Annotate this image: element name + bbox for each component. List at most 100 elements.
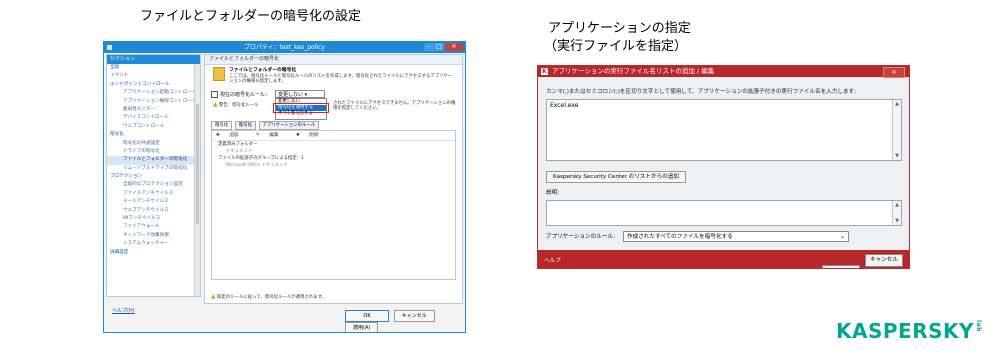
encryption-rule-label: 現在の暗号化ルール：: [220, 92, 271, 98]
tab-decrypt[interactable]: 復号化: [234, 121, 256, 130]
ok-button[interactable]: OK: [822, 265, 861, 268]
maximize-button[interactable]: □: [434, 43, 444, 51]
policy-properties-window: プロパティ：test_kes_policy – □ ✕ セクション 全般 イベント…: [103, 41, 466, 333]
app-rule-label: アプリケーションのルール:: [546, 234, 615, 240]
help-link[interactable]: ヘルプ: [544, 257, 561, 265]
dialog-close-button[interactable]: ✕: [883, 67, 905, 78]
filename-value: Excel.exe: [550, 102, 579, 109]
delete-label: 削除: [309, 133, 319, 138]
sidebar-item[interactable]: ファイアウォール: [107, 223, 200, 231]
encryption-rule-select[interactable]: 変更しない ▾: [275, 90, 325, 98]
app-list-dialog: K アプリケーションの実行ファイル名リストの追加 / 編集 ✕ カンマ(,)また…: [537, 65, 910, 269]
sidebar-item[interactable]: 暗号化の共通設定: [107, 140, 200, 148]
folder-lock-icon: [213, 67, 225, 81]
sidebar-item[interactable]: ファイルとフォルダーの暗号化: [107, 156, 200, 165]
description-scrollbar[interactable]: ▲ ▼: [892, 201, 901, 225]
description-textarea[interactable]: ▲ ▼: [546, 200, 902, 226]
tab-app-rules[interactable]: アプリケーションのルール: [258, 121, 320, 130]
sidebar-scrollbar[interactable]: [194, 64, 200, 296]
add-from-ksc-button[interactable]: Kaspersky Security Center のリストからの追加: [546, 171, 686, 183]
apply-button[interactable]: 適用(A): [345, 322, 379, 332]
scroll-down-icon[interactable]: ▼: [893, 152, 901, 160]
sidebar-item[interactable]: アプリケーション権限コントロール: [107, 98, 200, 106]
right-heading-line2: （実行ファイルを指定）: [544, 39, 688, 54]
encryption-panel: ファイルとフォルダーの暗号化 ファイルとフォルダーの暗号化 ここでは、暗号化ルー…: [204, 54, 463, 304]
filename-instruction: カンマ(,)またはセミコロン(;)を区切り文字として使用して、アプリケーションの…: [546, 89, 857, 95]
sidebar-item[interactable]: ウェブコントロール: [107, 123, 200, 131]
lock-checkbox[interactable]: [211, 91, 218, 98]
sidebar-item[interactable]: エンドポイントコントロール: [107, 81, 200, 89]
sidebar-item[interactable]: ウェブアンチウイルス: [107, 207, 200, 215]
rule-list-box: ✚ 追加 ✎ 編集 ✖ 削除 定義済みフォルダー ドキュメント ファイルの拡張子のグ…: [211, 130, 456, 280]
panel-description: ここでは、暗号化ルールと暗号化ルールのリストを作成します。暗号化されたファイルに…: [229, 74, 453, 85]
right-heading-line1: アプリケーションの指定: [548, 21, 691, 36]
sidebar-item[interactable]: ドライブの暗号化: [107, 148, 200, 156]
bottom-note-text: 既定のルールに従って、暗号化ルールが適用されます。: [217, 295, 326, 300]
ok-button[interactable]: OK: [345, 310, 389, 322]
kaspersky-k-icon: K: [541, 68, 548, 75]
tab-encrypt[interactable]: 暗号化: [211, 121, 233, 130]
cancel-button[interactable]: キャンセル(C): [865, 254, 903, 267]
rule-tree-item[interactable]: Microsoft Office ドキュメント: [212, 162, 455, 169]
scroll-up-icon[interactable]: ▲: [893, 100, 901, 108]
edit-label: 編集: [269, 133, 279, 138]
scroll-thumb[interactable]: [196, 104, 199, 224]
sidebar-item[interactable]: メールアンチウイルス: [107, 198, 200, 206]
panel-title: ファイルとフォルダーの暗号化: [229, 68, 297, 73]
sidebar-item[interactable]: リムーバブルドライブの暗号化: [107, 165, 200, 173]
sidebar-item[interactable]: イベント: [107, 72, 200, 80]
scroll-up-icon[interactable]: ▲: [893, 201, 901, 209]
app-rule-value: 作成されたすべてのファイルを暗号化する: [627, 234, 733, 240]
sidebar-item[interactable]: IMアンチウイルス: [107, 215, 200, 223]
chevron-down-icon: ⌄: [839, 233, 845, 240]
sidebar-list: 全般 イベント エンドポイントコントロール アプリケーション起動コントロール アプリケー…: [107, 64, 200, 257]
delete-icon: ✖: [295, 133, 302, 138]
sidebar-item[interactable]: システムウォッチャー: [107, 240, 200, 248]
dialog-buttons: OK キャンセル 適用(A): [342, 310, 465, 332]
delete-button[interactable]: ✖ 削除: [296, 133, 327, 138]
filename-textarea[interactable]: Excel.exe ▲ ▼: [546, 99, 902, 161]
rule-tree-item[interactable]: 定義済みフォルダー: [212, 141, 455, 148]
app-dialog-title: アプリケーションの実行ファイル名リストの追加 / 編集: [552, 67, 715, 75]
close-button[interactable]: ✕: [445, 43, 463, 51]
pencil-icon: ✎: [255, 133, 262, 138]
cancel-button[interactable]: キャンセル: [393, 310, 435, 322]
rule-tree-item[interactable]: ドキュメント: [212, 148, 455, 155]
sidebar-item[interactable]: 詳細設定: [107, 249, 200, 257]
dialog-buttons: OK キャンセル(C): [819, 254, 903, 268]
sidebar-item[interactable]: アプリケーション起動コントロール: [107, 89, 200, 97]
warning-text: 警告：暗号化ルール: [219, 103, 259, 108]
app-dialog-titlebar: K アプリケーションの実行ファイル名リストの追加 / 編集 ✕: [538, 66, 909, 78]
warning-tail-text: されたファイルにアクセスできません。アプリケーションの権限を指定してください。: [333, 101, 456, 112]
rule-tree-item[interactable]: ファイルの拡張子のグループによる指定：1: [212, 155, 455, 162]
app-rule-select[interactable]: 作成されたすべてのファイルを暗号化する ⌄: [623, 231, 849, 242]
logo-lab: lab: [975, 320, 982, 332]
sidebar-item[interactable]: 暗号化: [107, 131, 200, 139]
sidebar-item[interactable]: ネットワーク攻撃防御: [107, 232, 200, 240]
scroll-down-icon[interactable]: ▼: [893, 217, 901, 225]
help-link[interactable]: ヘルプ(H): [112, 308, 135, 315]
textarea-scrollbar[interactable]: ▲ ▼: [892, 100, 901, 160]
rule-toolbar: ✚ 追加 ✎ 編集 ✖ 削除: [212, 131, 455, 141]
rule-tree: 定義済みフォルダー ドキュメント ファイルの拡張子のグループによる指定：1 Micro…: [212, 141, 455, 169]
policy-window-titlebar: プロパティ：test_kes_policy – □ ✕: [104, 42, 465, 53]
rule-tabs: 暗号化 復号化 アプリケーションのルール: [211, 121, 320, 130]
sidebar-item[interactable]: 全般: [107, 64, 200, 72]
warning-row: ▲ 警告：暗号化ルール: [213, 101, 259, 109]
warning-icon: ▲: [213, 101, 218, 108]
sidebar-item[interactable]: 全般的なプロテクション設定: [107, 181, 200, 189]
logo-text: KASPERSKY: [836, 319, 974, 343]
add-button[interactable]: ✚ 追加: [216, 133, 247, 138]
sidebar-item[interactable]: ファイルアンチウイルス: [107, 190, 200, 198]
description-label: 説明:: [546, 190, 560, 196]
sidebar-item[interactable]: プロテクション: [107, 173, 200, 181]
plus-icon: ✚: [216, 133, 222, 138]
encryption-rule-row: 現在の暗号化ルール：: [211, 91, 270, 99]
sidebar-item[interactable]: デバイスコントロール: [107, 114, 200, 122]
warning-icon: ▲: [211, 293, 216, 300]
policy-window-title: プロパティ：test_kes_policy: [244, 44, 325, 51]
sidebar-item[interactable]: 脆弱性モニター: [107, 106, 200, 114]
kaspersky-logo: KASPERSKYlab: [836, 319, 982, 343]
edit-button[interactable]: ✎ 編集: [256, 133, 287, 138]
minimize-button[interactable]: –: [424, 43, 434, 51]
